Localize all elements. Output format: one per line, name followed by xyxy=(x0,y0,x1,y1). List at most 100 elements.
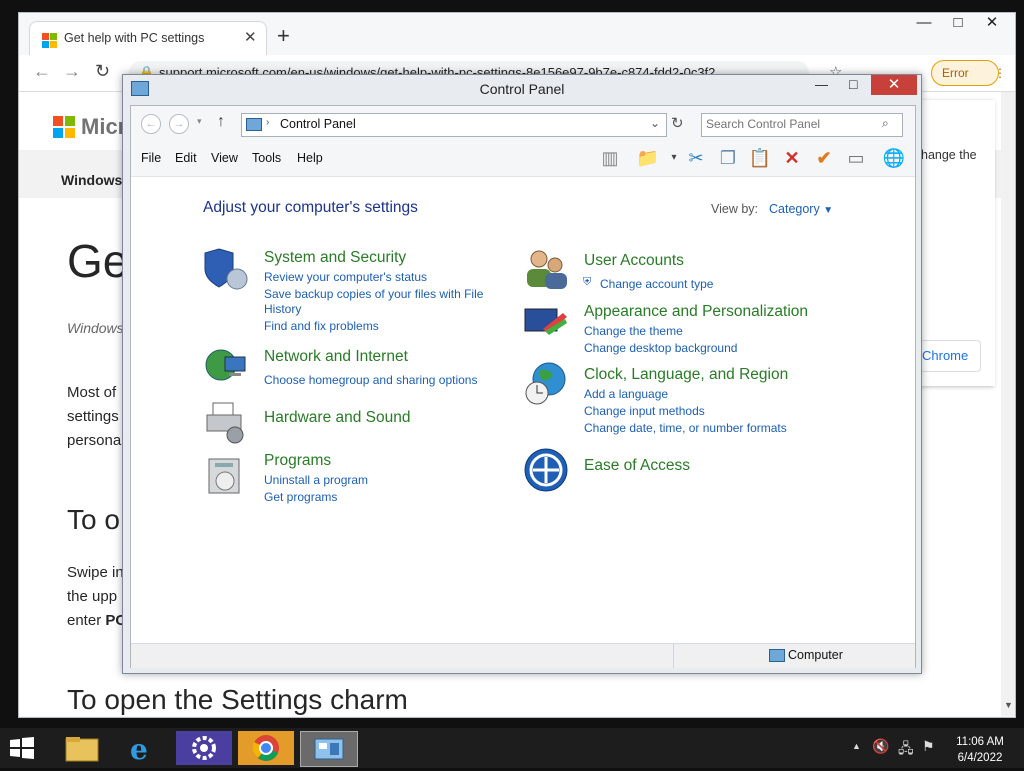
volume-muted-icon[interactable]: 🔇 xyxy=(872,738,889,755)
para2-line3-text: enter xyxy=(67,612,106,629)
link-get-programs[interactable]: Get programs xyxy=(264,490,337,504)
cp-search-box[interactable]: ⌕ xyxy=(701,113,903,137)
control-panel-task-icon[interactable] xyxy=(300,731,358,767)
breadcrumb-text: Control Panel xyxy=(280,117,356,131)
layout-pane-icon[interactable]: ▥ xyxy=(597,146,623,170)
menu-edit[interactable]: Edit xyxy=(175,151,197,165)
cat-user-accounts[interactable]: User Accounts xyxy=(584,252,684,270)
network-icon[interactable]: 🖧 xyxy=(898,738,914,762)
menu-view[interactable]: View xyxy=(211,151,238,165)
globe-icon[interactable]: 🌐 xyxy=(881,146,907,170)
cat-system-security[interactable]: System and Security xyxy=(264,249,406,267)
clock-time: 11:06 AM xyxy=(956,736,1004,748)
network-globe-icon[interactable] xyxy=(203,343,249,389)
para1-line1: Most of xyxy=(67,384,117,401)
popup-text: hange the xyxy=(921,148,977,162)
breadcrumb-chevron-icon: › xyxy=(266,117,270,128)
cp-menu-bar: File Edit View Tools Help ▥ 📁 ▾ ✂ ❐ 📋 ✕ … xyxy=(131,140,915,177)
page-heading: Adjust your computer's settings xyxy=(203,199,418,216)
status-text: Computer xyxy=(788,648,843,662)
file-explorer-icon[interactable] xyxy=(54,731,110,765)
scroll-down-icon[interactable]: ▼ xyxy=(1004,700,1013,710)
appearance-icon[interactable] xyxy=(523,299,569,345)
control-panel-body: ← → ▾ ↑ › Control Panel ⌄ ↻ ⌕ File Edit … xyxy=(130,105,916,668)
folder-check-icon[interactable]: 📁 xyxy=(635,146,661,170)
menu-dots-icon: ⋮ xyxy=(994,66,1006,80)
section-heading: To o xyxy=(67,504,120,535)
forward-icon[interactable]: → xyxy=(63,61,81,82)
link-review-status[interactable]: Review your computer's status xyxy=(264,270,427,284)
link-homegroup[interactable]: Choose homegroup and sharing options xyxy=(264,373,477,387)
computer-icon xyxy=(769,649,785,662)
cat-network-internet[interactable]: Network and Internet xyxy=(264,348,408,366)
cp-search-input[interactable] xyxy=(706,116,874,132)
windows-start-icon[interactable] xyxy=(8,736,36,760)
browser-maximize-button[interactable]: □ xyxy=(941,13,975,33)
tray-overflow-icon[interactable]: ▲ xyxy=(852,741,861,751)
cp-forward-icon[interactable]: → xyxy=(169,114,189,134)
link-add-language[interactable]: Add a language xyxy=(584,387,668,401)
properties-check-icon[interactable]: ✔ xyxy=(811,146,837,170)
page-scrollbar[interactable]: ▼ xyxy=(1001,92,1015,716)
cp-minimize-button[interactable]: — xyxy=(815,77,828,92)
reload-icon[interactable]: ↻ xyxy=(95,61,110,82)
cp-close-button[interactable]: ✕ xyxy=(871,75,917,95)
ease-of-access-icon[interactable] xyxy=(523,447,569,493)
user-accounts-icon[interactable] xyxy=(523,247,569,293)
cat-programs[interactable]: Programs xyxy=(264,452,331,470)
cat-appearance[interactable]: Appearance and Personalization xyxy=(584,303,808,321)
link-input-methods[interactable]: Change input methods xyxy=(584,404,705,418)
bottom-heading: To open the Settings charm xyxy=(67,684,408,715)
link-change-account-type[interactable]: Change account type xyxy=(600,277,713,291)
tab-close-icon[interactable]: ✕ xyxy=(244,28,257,46)
browser-close-button[interactable]: ✕ xyxy=(975,13,1009,33)
shield-icon[interactable] xyxy=(203,245,249,291)
status-divider xyxy=(673,644,674,668)
cat-clock-language[interactable]: Clock, Language, and Region xyxy=(584,366,788,384)
cp-refresh-icon[interactable]: ↻ xyxy=(671,114,684,132)
link-save-backup-cont[interactable]: History xyxy=(264,302,301,316)
cp-address-row: ← → ▾ ↑ › Control Panel ⌄ ↻ ⌕ xyxy=(131,106,915,140)
cp-recent-dropdown-icon[interactable]: ▾ xyxy=(197,116,202,127)
menu-tools[interactable]: Tools xyxy=(252,151,281,165)
link-desktop-background[interactable]: Change desktop background xyxy=(584,341,737,355)
rename-icon[interactable]: ▭ xyxy=(843,146,869,170)
breadcrumb-dropdown-icon[interactable]: ⌄ xyxy=(650,116,660,130)
action-center-flag-icon[interactable]: ⚑ xyxy=(922,738,935,755)
browser-tab[interactable]: Get help with PC settings ✕ xyxy=(29,21,267,56)
internet-explorer-icon[interactable]: e xyxy=(116,731,172,766)
link-uninstall[interactable]: Uninstall a program xyxy=(264,473,368,487)
copy-icon[interactable]: ❐ xyxy=(715,146,741,170)
link-save-backup[interactable]: Save backup copies of your files with Fi… xyxy=(264,287,483,301)
search-icon[interactable]: ⌕ xyxy=(882,116,889,131)
cut-icon[interactable]: ✂ xyxy=(683,146,709,170)
chrome-icon[interactable] xyxy=(238,731,294,765)
cat-hardware-sound[interactable]: Hardware and Sound xyxy=(264,409,411,427)
microsoft-logo-icon xyxy=(42,33,58,49)
link-find-fix[interactable]: Find and fix problems xyxy=(264,319,379,333)
cp-up-icon[interactable]: ↑ xyxy=(217,113,225,131)
paste-icon[interactable]: 📋 xyxy=(747,146,773,170)
programs-icon[interactable] xyxy=(203,453,249,499)
browser-minimize-button[interactable]: — xyxy=(907,13,941,33)
link-date-time-formats[interactable]: Change date, time, or number formats xyxy=(584,421,787,435)
cat-ease-of-access[interactable]: Ease of Access xyxy=(584,457,690,475)
back-icon[interactable]: ← xyxy=(33,61,51,82)
cp-maximize-button[interactable]: □ xyxy=(849,76,857,92)
svg-text:e: e xyxy=(130,733,148,765)
error-button[interactable]: Error ⋮ xyxy=(931,60,1006,86)
printer-icon[interactable] xyxy=(203,399,249,445)
new-tab-button[interactable]: + xyxy=(277,23,290,49)
taskbar-clock[interactable]: 11:06 AM 6/4/2022 xyxy=(944,734,1016,766)
clock-globe-icon[interactable] xyxy=(523,361,569,407)
settings-gear-icon[interactable] xyxy=(176,731,232,765)
delete-icon[interactable]: ✕ xyxy=(779,146,805,170)
cp-back-icon[interactable]: ← xyxy=(141,114,161,134)
view-by-dropdown[interactable]: Category ▼ xyxy=(769,202,833,216)
menu-help[interactable]: Help xyxy=(297,151,323,165)
para2-line2: the upp xyxy=(67,588,118,605)
menu-file[interactable]: File xyxy=(141,151,161,165)
cp-content: Adjust your computer's settings View by:… xyxy=(131,177,915,643)
link-change-theme[interactable]: Change the theme xyxy=(584,324,683,338)
cp-breadcrumb[interactable]: › Control Panel ⌄ xyxy=(241,113,667,137)
